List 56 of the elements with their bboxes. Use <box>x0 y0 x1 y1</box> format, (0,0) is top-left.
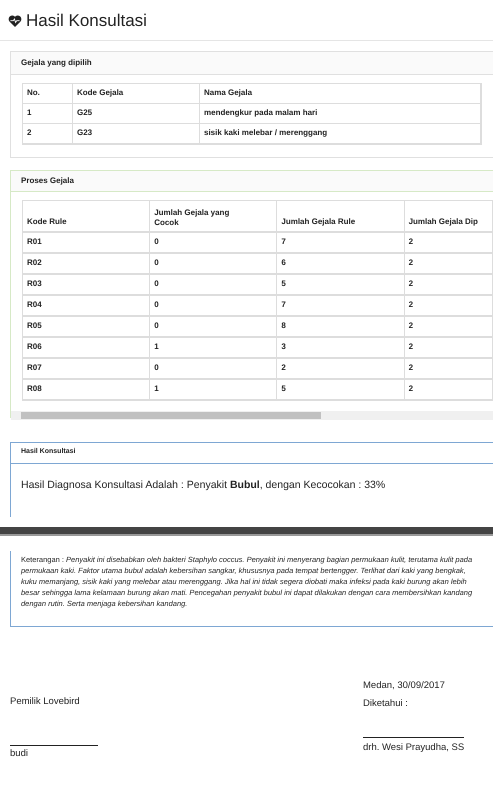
column-header: Jumlah Gejala Rule <box>277 200 405 230</box>
table-cell: 2 <box>404 296 493 314</box>
table-cell: 2 <box>277 358 405 378</box>
signer-role: Pemilik Lovebird <box>10 694 81 708</box>
signer-name: drh. Wesi Prayudha, SS <box>363 737 464 756</box>
table-cell: 8 <box>277 316 405 336</box>
table-cell: 2 <box>404 316 493 336</box>
place-date: Medan, 30/09/2017 <box>363 678 446 692</box>
table-cell: 7 <box>277 296 405 314</box>
column-header: Kode Gejala <box>73 84 200 102</box>
panel-title: Gejala yang dipilih <box>21 56 92 68</box>
panel-title: Proses Gejala <box>21 174 74 186</box>
table-cell: 2 <box>404 232 493 252</box>
table-cell: G25 <box>73 104 200 122</box>
table-cell: 1 <box>150 338 278 356</box>
table-cell: G23 <box>73 124 200 142</box>
table-cell: R06 <box>23 338 150 356</box>
table-cell: 1 <box>23 104 73 122</box>
table-cell: 2 <box>23 124 73 142</box>
table-cell: mendengkur pada malam hari <box>200 104 481 122</box>
table-cell: R03 <box>23 274 150 294</box>
horizontal-scrollbar[interactable] <box>11 410 493 420</box>
signer-name: budi <box>10 744 98 761</box>
column-header: Jumlah Gejala yang Cocok <box>150 200 278 230</box>
table-cell: 2 <box>404 380 493 398</box>
table-cell: 0 <box>150 316 278 336</box>
column-header: Kode Rule <box>23 200 150 230</box>
diagnosis-result: Hasil Diagnosa Konsultasi Adalah : Penyakit Bubul, dengan Kecocokan : 33% <box>21 478 386 490</box>
table-cell: R07 <box>23 358 150 378</box>
table-cell: 1 <box>150 380 278 398</box>
table-cell: 3 <box>277 338 405 356</box>
column-header: Jumlah Gejala Dip <box>404 200 493 230</box>
table-cell: 0 <box>150 274 278 294</box>
table-cell: 2 <box>404 338 493 356</box>
table-cell: 6 <box>277 254 405 272</box>
table-cell: R08 <box>23 380 150 398</box>
table-cell: R04 <box>23 296 150 314</box>
column-header: Nama Gejala <box>200 84 481 102</box>
table-cell: 0 <box>150 254 278 272</box>
table-cell: 5 <box>277 380 405 398</box>
table-cell: 0 <box>150 296 278 314</box>
table-cell: 2 <box>404 274 493 294</box>
table-cell: 7 <box>277 232 405 252</box>
signer-role: Diketahui : <box>363 696 409 711</box>
table-cell: 2 <box>404 254 493 272</box>
heart-pulse-icon <box>8 14 22 27</box>
page-title: Hasil Konsultasi <box>26 10 147 32</box>
table-cell: R02 <box>23 254 150 272</box>
column-header: No. <box>23 84 73 102</box>
table-cell: 5 <box>277 274 405 294</box>
table-cell: R05 <box>23 316 150 336</box>
table-cell: 2 <box>404 358 493 378</box>
table-cell: sisik kaki melebar / merenggang <box>200 124 481 142</box>
table-cell: R01 <box>23 232 150 252</box>
table-cell: 0 <box>150 358 278 378</box>
table-cell: 0 <box>150 232 278 252</box>
